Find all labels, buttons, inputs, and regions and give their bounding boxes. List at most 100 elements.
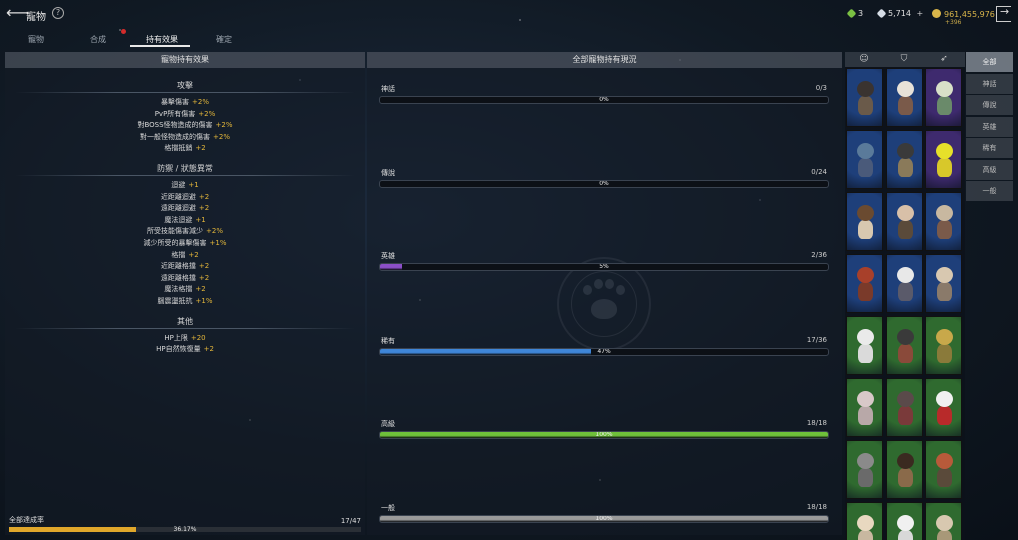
pet-grid-header: ☺ ⛉ ➶ <box>845 52 965 67</box>
pet-card[interactable] <box>846 502 883 540</box>
pet-card[interactable] <box>925 316 962 375</box>
pet-card[interactable] <box>846 68 883 127</box>
pet-card[interactable] <box>846 378 883 437</box>
effect-value: +2 <box>198 273 210 282</box>
pet-figure-icon <box>855 205 876 241</box>
effect-row: 近距離格擋 +2 <box>5 261 365 273</box>
pet-card[interactable] <box>885 378 923 437</box>
rarity-percent: 0% <box>599 180 609 187</box>
pet-head <box>896 453 914 469</box>
notification-dot <box>121 29 126 34</box>
effect-value: +2 <box>188 250 199 259</box>
group-gap <box>5 308 365 314</box>
effect-label: 對一般怪物造成的傷害 <box>140 132 210 141</box>
bow-icon[interactable]: ➶ <box>939 55 949 64</box>
rarity-name: 英雄 <box>381 252 395 260</box>
pet-card[interactable] <box>925 502 962 540</box>
filter-5[interactable]: 高級 <box>966 159 1013 180</box>
pet-card[interactable] <box>925 68 962 127</box>
pet-card[interactable] <box>846 316 883 375</box>
pet-body <box>858 530 873 540</box>
effect-label: 近距離格擋 <box>160 262 196 271</box>
effects-list: 攻擊 暴擊傷害 +2% PvP所有傷害 +2% 對BOSS怪物造成的傷害 +2% 對一般怪物造… <box>5 80 365 356</box>
filter-0[interactable]: 全部 <box>966 52 1013 72</box>
paw-pad <box>591 299 617 319</box>
back-arrow-icon[interactable]: ⟵ <box>6 5 29 21</box>
pet-head <box>936 267 953 283</box>
effect-row: 減少所受的暴擊傷害 +1% <box>5 238 365 250</box>
pet-card[interactable] <box>925 254 962 313</box>
pet-figure-icon <box>895 81 916 117</box>
filter-2[interactable]: 傳說 <box>966 95 1013 115</box>
filter-6[interactable]: 一般 <box>966 181 1013 201</box>
add-diamond-button[interactable]: + <box>916 9 923 18</box>
pet-grid-panel: ☺ ⛉ ➶ <box>845 52 965 540</box>
group-gap <box>5 155 365 161</box>
paw-toe <box>616 285 625 295</box>
pet-card[interactable] <box>846 254 883 313</box>
pet-head <box>857 81 874 97</box>
tab-owned-effects[interactable]: 持有效果 <box>146 34 178 45</box>
rarity-count: 18/18 <box>806 503 827 511</box>
gold-count: 961,455,976 <box>944 10 995 19</box>
paw-toe <box>594 279 603 289</box>
pet-card[interactable] <box>885 316 923 375</box>
tab-pet[interactable]: 寵物 <box>28 34 44 45</box>
pet-body <box>937 96 952 115</box>
rarity-progress-bar: 100% <box>379 515 829 523</box>
effect-label: 所受技能傷害減少 <box>147 227 203 236</box>
rarity-name: 高級 <box>381 420 395 428</box>
pet-figure-icon <box>934 267 955 303</box>
filter-4[interactable]: 稀有 <box>966 138 1013 158</box>
effect-label: HP自然恢復量 <box>156 345 201 354</box>
pet-card[interactable] <box>925 378 962 437</box>
pet-card[interactable] <box>925 440 962 499</box>
effect-value: +1 <box>188 180 199 189</box>
effect-row: 對一般怪物造成的傷害 +2% <box>5 132 365 144</box>
exit-icon[interactable] <box>996 5 1011 22</box>
ticket-resource: 3 <box>846 8 863 19</box>
effect-row: PvP所有傷害 +2% <box>5 109 365 121</box>
pet-card[interactable] <box>846 192 883 251</box>
effect-value: +2 <box>198 204 210 213</box>
effect-label: 格擋 <box>171 250 186 259</box>
pet-head <box>896 329 914 345</box>
tab-confirm[interactable]: 確定 <box>216 34 232 45</box>
pet-card[interactable] <box>885 254 923 313</box>
pet-figure-icon <box>895 205 916 241</box>
filter-3[interactable]: 英雄 <box>966 116 1013 137</box>
pet-figure-icon <box>895 515 916 540</box>
pet-figure-icon <box>855 267 876 303</box>
pet-figure-icon <box>934 515 955 540</box>
pet-card[interactable] <box>925 130 962 189</box>
effect-label: 遠距離格擋 <box>160 273 196 282</box>
help-icon[interactable]: ? <box>52 7 64 19</box>
pet-card[interactable] <box>885 130 923 189</box>
effect-label: HP上限 <box>164 333 188 342</box>
pet-head <box>936 391 953 407</box>
pet-face-icon[interactable]: ☺ <box>859 55 869 64</box>
pet-card[interactable] <box>885 440 923 499</box>
pet-body <box>937 158 952 177</box>
pet-head <box>857 143 874 159</box>
diamond-icon <box>876 8 887 19</box>
pet-card[interactable] <box>885 68 923 127</box>
filter-1[interactable]: 神話 <box>966 73 1013 94</box>
pet-figure-icon <box>934 205 955 241</box>
pet-card[interactable] <box>885 192 923 251</box>
tab-synthesis[interactable]: 合成 <box>90 34 106 45</box>
shield-icon[interactable]: ⛉ <box>899 55 909 64</box>
pet-head <box>936 143 953 159</box>
pet-card[interactable] <box>925 192 962 251</box>
diamond-count: 5,714 <box>888 9 911 18</box>
effect-row: 格擋 +2 <box>5 250 365 262</box>
pet-card[interactable] <box>846 440 883 499</box>
effect-category: 攻擊 <box>177 81 193 90</box>
pet-body <box>858 220 873 239</box>
pet-card[interactable] <box>885 502 923 540</box>
page-title: 寵物 <box>26 12 46 23</box>
pet-card[interactable] <box>846 130 883 189</box>
rarity-percent: 100% <box>595 431 613 438</box>
ticket-icon <box>846 8 857 19</box>
pet-figure-icon <box>934 453 955 489</box>
